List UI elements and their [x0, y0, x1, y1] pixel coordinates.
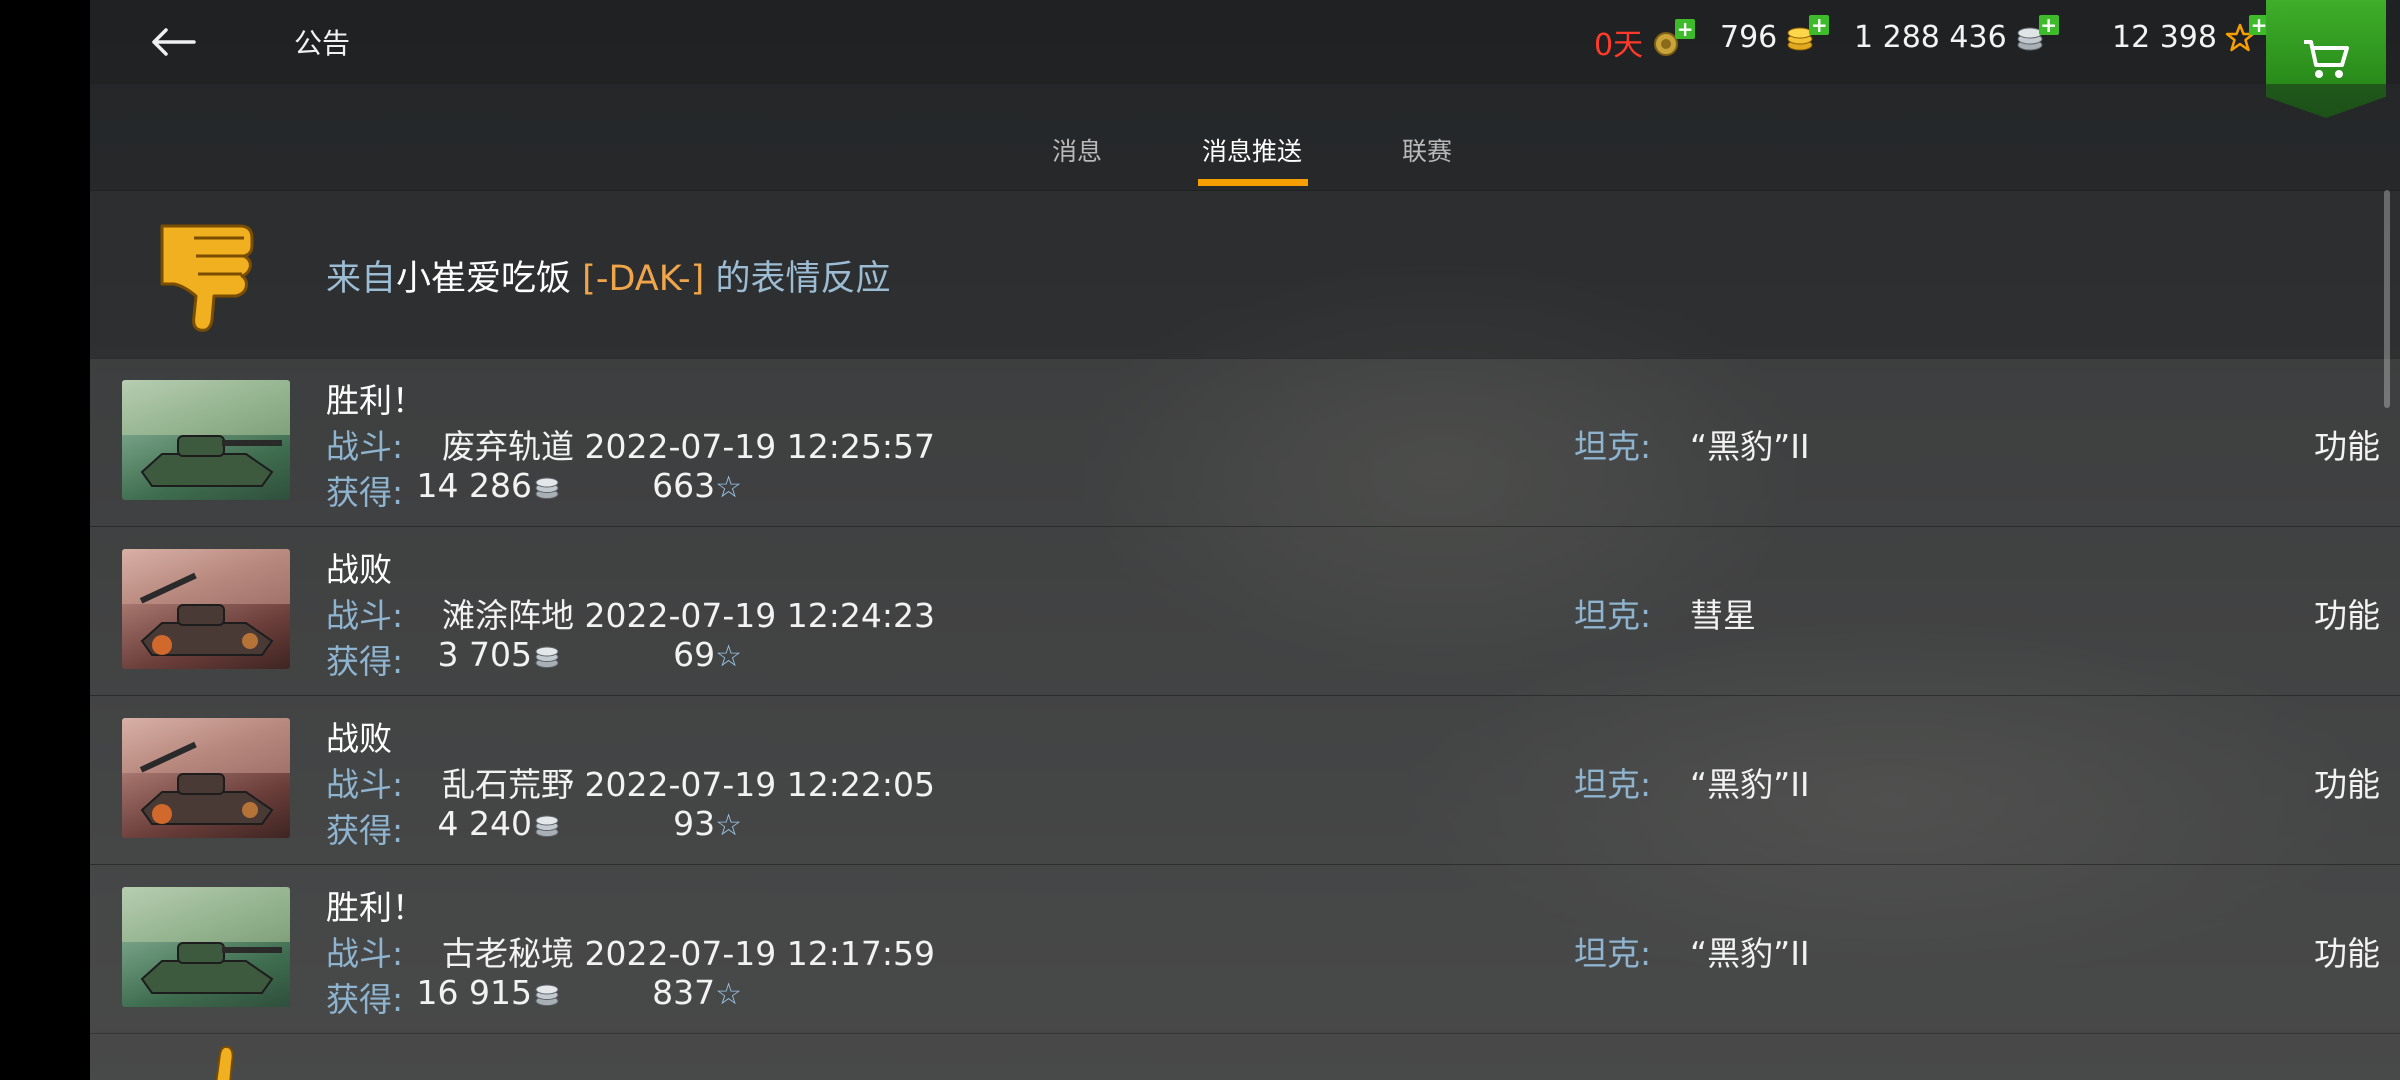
- premium-medal-icon: +: [1651, 19, 1696, 59]
- tank-thumbnail: [122, 549, 290, 669]
- tank-label: 坦克:: [1574, 596, 1652, 635]
- silver-value: 1 288 436: [1854, 20, 2007, 55]
- earned-silver-value: 4 240: [437, 804, 532, 843]
- silver-coins-icon: +: [2015, 14, 2059, 55]
- arrow-left-icon: [152, 28, 196, 56]
- earned-silver-value: 16 915: [416, 973, 532, 1012]
- battle-results-list: 胜利！ 战斗: 废弃轨道 2022-07-19 12:25:57 获得: 14 …: [90, 358, 2400, 1034]
- tank-thumbnail: [122, 887, 290, 1007]
- tank-name: 彗星: [1690, 596, 1756, 635]
- gold-button[interactable]: 796 +: [1720, 14, 1830, 55]
- battle-label: 战斗:: [326, 427, 404, 466]
- earned-silver-value: 3 705: [437, 635, 532, 674]
- back-button[interactable]: [138, 18, 208, 66]
- earned-silver: 16 915: [380, 973, 560, 1012]
- tank-thumbnail: [122, 718, 290, 838]
- free-xp-star-icon: +: [2225, 14, 2269, 55]
- tank-name: “黑豹”II: [1690, 934, 1810, 973]
- tank-thumbnail: [122, 380, 290, 500]
- premium-account-button[interactable]: 0天 +: [1594, 19, 1696, 64]
- tank-label: 坦克:: [1574, 934, 1652, 973]
- battle-map-time: 废弃轨道 2022-07-19 12:25:57: [442, 427, 935, 466]
- xp-star-icon: ☆: [715, 977, 742, 1012]
- earned-xp-value: 837: [652, 973, 716, 1012]
- gold-value: 796: [1720, 20, 1778, 55]
- earned-silver: 3 705: [380, 635, 560, 674]
- battle-result-row[interactable]: 胜利！ 战斗: 古老秘境 2022-07-19 12:17:59 获得: 16 …: [90, 865, 2400, 1034]
- top-bar: 公告 0天 + 796 + 1 288 436 + 12 398 +: [90, 0, 2400, 118]
- reaction-message: 来自小崔爱吃饭 [-DAK-] 的表情反应: [326, 250, 890, 301]
- battle-map-time: 滩涂阵地 2022-07-19 12:24:23: [442, 596, 935, 635]
- gold-coins-icon: +: [1785, 14, 1830, 55]
- earned-silver-value: 14 286: [416, 466, 532, 505]
- battle-result-row[interactable]: 战败 战斗: 滩涂阵地 2022-07-19 12:24:23 获得: 3 70…: [90, 527, 2400, 696]
- earned-xp-value: 69: [673, 635, 716, 674]
- earned-xp: 663☆: [572, 466, 742, 505]
- battle-label: 战斗:: [326, 934, 404, 973]
- silver-coins-icon: [535, 984, 559, 1006]
- tank-name: “黑豹”II: [1690, 765, 1810, 804]
- battle-result-title: 战败: [326, 719, 392, 758]
- battle-result-row[interactable]: 战败 战斗: 乱石荒野 2022-07-19 12:22:05 获得: 4 24…: [90, 696, 2400, 865]
- list-item-partial[interactable]: [90, 1030, 2400, 1080]
- tank-name: “黑豹”II: [1690, 427, 1810, 466]
- reaction-username: 小崔爱吃饭: [396, 259, 572, 299]
- battle-result-title: 胜利！: [326, 381, 425, 420]
- plus-icon: +: [2038, 12, 2059, 37]
- function-button[interactable]: 功能: [2314, 589, 2380, 637]
- xp-star-icon: ☆: [715, 639, 742, 674]
- earned-xp: 837☆: [572, 973, 742, 1012]
- app-window: 公告 0天 + 796 + 1 288 436 + 12 398 + 消息 消息…: [90, 0, 2400, 1080]
- earned-silver: 14 286: [380, 466, 560, 505]
- battle-result-row[interactable]: 胜利！ 战斗: 废弃轨道 2022-07-19 12:25:57 获得: 14 …: [90, 358, 2400, 527]
- tab-push-notifications[interactable]: 消息推送: [1202, 132, 1302, 168]
- function-button[interactable]: 功能: [2314, 758, 2380, 806]
- battle-map-time: 乱石荒野 2022-07-19 12:22:05: [442, 765, 935, 804]
- xp-star-icon: ☆: [715, 808, 742, 843]
- earned-xp: 93☆: [572, 804, 742, 843]
- thumbs-down-icon: [154, 216, 258, 336]
- function-button[interactable]: 功能: [2314, 420, 2380, 468]
- tab-bar: 消息 消息推送 联赛: [90, 84, 2400, 191]
- cart-icon: [2304, 40, 2349, 78]
- battle-result-title: 胜利！: [326, 888, 425, 927]
- silver-coins-icon: [535, 477, 559, 499]
- xp-star-icon: ☆: [715, 470, 742, 505]
- silver-coins-icon: [535, 646, 559, 668]
- function-button[interactable]: 功能: [2314, 927, 2380, 975]
- free-xp-value: 12 398: [2112, 20, 2217, 55]
- tank-label: 坦克:: [1574, 427, 1652, 466]
- battle-label: 战斗:: [326, 765, 404, 804]
- reaction-notification[interactable]: 来自小崔爱吃饭 [-DAK-] 的表情反应: [90, 190, 2400, 359]
- scrollbar[interactable]: [2384, 190, 2390, 408]
- plus-icon: +: [2248, 12, 2269, 37]
- earned-xp-value: 93: [673, 804, 716, 843]
- active-tab-indicator: [1198, 179, 1308, 186]
- earned-silver: 4 240: [380, 804, 560, 843]
- premium-days-value: 0天: [1594, 28, 1644, 63]
- thumbs-up-icon: [215, 1045, 234, 1080]
- plus-icon: +: [1675, 17, 1696, 41]
- plus-icon: +: [1809, 12, 1830, 37]
- tank-label: 坦克:: [1574, 765, 1652, 804]
- battle-result-title: 战败: [326, 550, 392, 589]
- earned-xp-value: 663: [652, 466, 716, 505]
- battle-map-time: 古老秘境 2022-07-19 12:17:59: [442, 934, 935, 973]
- page-title: 公告: [294, 27, 351, 60]
- silver-button[interactable]: 1 288 436 +: [1854, 14, 2059, 55]
- tab-league[interactable]: 联赛: [1402, 132, 1452, 168]
- free-xp-button[interactable]: 12 398 +: [2112, 14, 2269, 55]
- reaction-prefix: 来自: [326, 259, 397, 299]
- battle-label: 战斗:: [326, 596, 404, 635]
- silver-coins-icon: [535, 815, 559, 837]
- reaction-clan-tag: [-DAK-]: [582, 259, 705, 299]
- reaction-suffix: 的表情反应: [715, 259, 891, 299]
- earned-xp: 69☆: [572, 635, 742, 674]
- tab-messages[interactable]: 消息: [1052, 132, 1102, 168]
